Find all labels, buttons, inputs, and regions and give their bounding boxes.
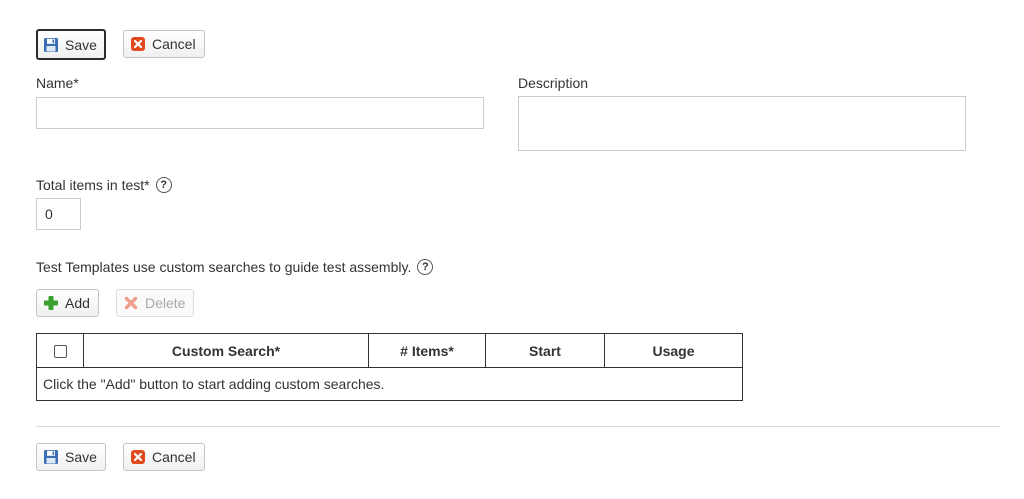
description-label: Description [518,75,589,91]
save-button-label: Save [65,449,97,465]
save-button-label: Save [65,36,97,53]
delete-button[interactable]: Delete [116,289,195,317]
description-textarea[interactable] [518,96,966,151]
empty-table-message: Click the "Add" button to start adding c… [36,367,743,401]
delete-button-label: Delete [145,295,186,311]
custom-search-note-row: Test Templates use custom searches to gu… [36,259,434,275]
save-button-bottom[interactable]: Save [36,443,106,471]
test-template-form: Save Cancel Name* Description Total item… [0,0,1024,499]
total-items-input[interactable] [36,198,81,230]
custom-search-note: Test Templates use custom searches to gu… [36,259,412,275]
save-button-top[interactable]: Save [36,29,106,60]
column-header-custom-search[interactable]: Custom Search* [83,333,369,368]
cancel-icon [130,449,146,465]
total-items-label: Total items in test* [36,177,150,193]
save-icon [43,37,59,53]
delete-icon [123,295,139,311]
cancel-button-label: Cancel [152,449,196,465]
select-all-checkbox[interactable] [53,345,67,359]
add-button-label: Add [65,295,90,311]
custom-search-table: Custom Search* # Items* Start Usage Clic… [36,333,743,401]
cancel-button-top[interactable]: Cancel [123,30,205,58]
select-all-header [36,333,84,368]
help-icon[interactable]: ? [155,177,172,193]
column-header-items[interactable]: # Items* [368,333,486,368]
cancel-button-bottom[interactable]: Cancel [123,443,205,471]
divider [36,426,1000,427]
column-header-usage[interactable]: Usage [604,333,743,368]
cancel-icon [130,36,146,52]
table-row: Click the "Add" button to start adding c… [36,367,743,401]
add-button[interactable]: Add [36,289,99,317]
help-icon[interactable]: ? [417,259,434,275]
table-header-row: Custom Search* # Items* Start Usage [36,333,743,368]
column-header-start[interactable]: Start [485,333,605,368]
name-input[interactable] [36,97,484,129]
cancel-button-label: Cancel [152,36,196,52]
total-items-row: Total items in test* ? [36,177,172,193]
name-label: Name* [36,75,79,91]
save-icon [43,449,59,465]
plus-icon [43,295,59,311]
